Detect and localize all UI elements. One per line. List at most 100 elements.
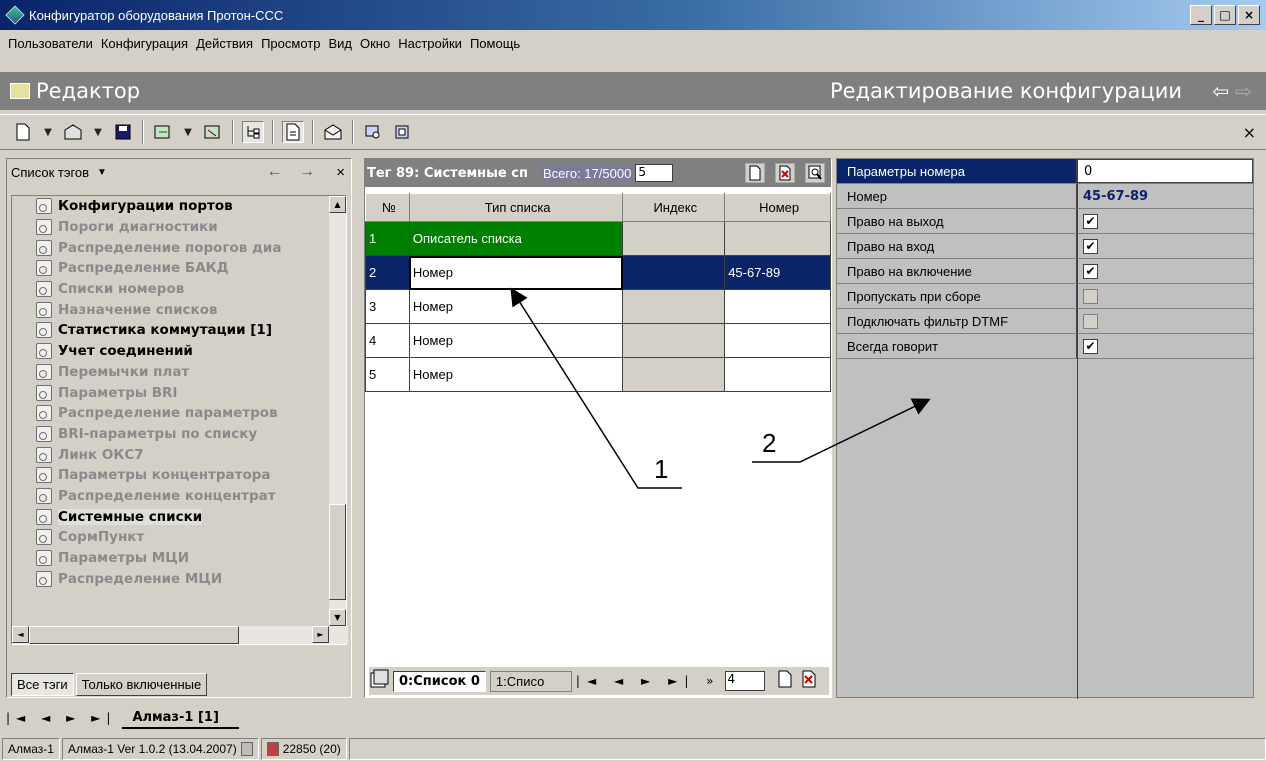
tree-item[interactable]: Распределение МЦИ [12,568,330,589]
property-checkbox-cell[interactable] [1077,309,1253,333]
delete-record-icon[interactable] [775,163,795,183]
tree-item[interactable]: Пороги диагностики [12,217,330,238]
document-tab-almaz[interactable]: Алмаз-1 [1] [122,708,239,729]
tab-enabled-only[interactable]: Только включенные [75,673,208,696]
property-row[interactable]: Право на вход ✔ [837,234,1253,259]
send-icon[interactable] [322,121,344,143]
close-button[interactable]: × [1238,5,1260,25]
property-value-input[interactable]: 0 [1077,159,1253,183]
add-record-icon[interactable] [745,163,765,183]
tree-item[interactable]: Линк ОКС7 [12,444,330,465]
delete-list-icon[interactable] [801,670,817,692]
cell-phone[interactable]: 45-67-89 [724,255,831,290]
checkbox-checked[interactable]: ✔ [1083,238,1098,254]
checkbox-checked[interactable]: ✔ [1083,338,1098,354]
col-phone[interactable]: Номер [724,193,831,222]
tree-item[interactable]: СормПункт [12,527,330,548]
property-checkbox-cell[interactable]: ✔ [1077,334,1253,358]
save-icon[interactable] [112,121,134,143]
property-row[interactable]: Право на включение ✔ [837,259,1253,284]
col-index[interactable]: Индекс [622,193,726,222]
checkbox-unchecked[interactable] [1083,288,1098,304]
tab-list-1[interactable]: 1:Списо [489,670,572,692]
tree-item[interactable]: Распределение порогов диа [12,237,330,258]
device-settings-icon[interactable] [362,121,384,143]
new-document-icon[interactable] [12,121,34,143]
menu-view[interactable]: Вид [324,36,356,56]
tree-item[interactable]: Распределение концентрат [12,486,330,507]
tree-item[interactable]: Статистика коммутации [1] [12,320,330,341]
tab-list-0[interactable]: 0:Список 0 [393,670,486,692]
menu-settings[interactable]: Настройки [394,36,466,56]
tree-item[interactable]: Распределение параметров [12,403,330,424]
tree-item[interactable]: Списки номеров [12,279,330,300]
device-list-icon[interactable] [392,121,414,143]
property-value[interactable]: 45-67-89 [1077,184,1253,208]
scroll-left-icon[interactable]: ◄ [12,626,29,643]
export-icon[interactable] [152,121,174,143]
cell-phone[interactable] [724,357,831,392]
table-row[interactable]: 1 Описатель списка [365,221,831,256]
tree-item[interactable]: Назначение списков [12,299,330,320]
hscroll-thumb[interactable] [29,626,239,644]
tab-all-tags[interactable]: Все тэги [11,673,74,696]
cell-type[interactable]: Номер [408,323,624,358]
property-row[interactable]: Подключать фильтр DTMF [837,309,1253,334]
tag-list-nav-arrows[interactable]: ← → [267,163,321,181]
maximize-button[interactable]: □ [1214,5,1236,25]
cell-n[interactable]: 4 [365,323,410,358]
tag-list-title[interactable]: Список тэгов [11,165,89,180]
cell-index[interactable] [622,323,726,358]
checkbox-checked[interactable]: ✔ [1083,263,1098,279]
cell-type[interactable]: Номер [408,357,624,392]
list-sheets-icon[interactable] [369,669,389,693]
back-arrow-icon[interactable]: ⇦ [1212,79,1235,103]
menu-window[interactable]: Окно [356,36,394,56]
document-nav-buttons[interactable]: |◄ ◄ ► ►| [6,711,116,725]
scroll-up-icon[interactable]: ▲ [329,196,346,213]
tree-item[interactable]: Учет соединений [12,341,330,362]
chevron-down-icon[interactable]: ▼ [92,121,104,143]
tree-item[interactable]: Системные списки [12,506,330,527]
property-checkbox-cell[interactable]: ✔ [1077,259,1253,283]
cell-n[interactable]: 1 [365,221,410,256]
import-icon[interactable] [202,121,224,143]
menu-actions[interactable]: Действия [192,36,257,56]
cell-n[interactable]: 5 [365,357,410,392]
tree-item[interactable]: Параметры концентратора [12,465,330,486]
property-row[interactable]: Параметры номера 0 [837,159,1253,184]
col-number[interactable]: № [365,193,410,222]
table-row[interactable]: 5 Номер [365,357,831,392]
cell-n[interactable]: 3 [365,289,410,324]
list-nav-buttons[interactable]: |◄ ◄ ► ►| » [576,674,721,688]
toolbar-close-icon[interactable]: × [1243,123,1256,142]
table-row[interactable]: 4 Номер [365,323,831,358]
menu-help[interactable]: Помощь [466,36,524,56]
property-row[interactable]: Всегда говорит ✔ [837,334,1253,359]
property-checkbox-cell[interactable] [1077,284,1253,308]
tag-list-dropdown-icon[interactable]: ▼ [97,167,107,178]
cell-phone[interactable] [724,323,831,358]
menu-browse[interactable]: Просмотр [257,36,324,56]
chevron-down-icon[interactable]: ▼ [42,121,54,143]
cell-n[interactable]: 2 [365,255,410,290]
cell-phone[interactable] [724,289,831,324]
tree-item[interactable]: Перемычки плат [12,362,330,383]
menu-configuration[interactable]: Конфигурация [97,36,192,56]
cell-type-editing[interactable]: Номер [408,255,624,290]
count-input[interactable]: 5 [635,164,674,182]
scroll-right-icon[interactable]: ► [312,626,329,643]
property-row[interactable]: Право на выход ✔ [837,209,1253,234]
tree-view-icon[interactable] [242,121,264,143]
minimize-button[interactable]: _ [1190,5,1212,25]
add-list-icon[interactable] [777,670,793,692]
tree-item[interactable]: BRI-параметры по списку [12,424,330,445]
cell-type[interactable]: Описатель списка [408,221,624,256]
tag-list-close-icon[interactable]: × [336,164,345,181]
property-row[interactable]: Пропускать при сборе [837,284,1253,309]
checkbox-checked[interactable]: ✔ [1083,213,1098,229]
property-checkbox-cell[interactable]: ✔ [1077,234,1253,258]
checkbox-unchecked[interactable] [1083,313,1098,329]
tree-item[interactable]: Распределение БАКД [12,258,330,279]
table-row[interactable]: 3 Номер [365,289,831,324]
